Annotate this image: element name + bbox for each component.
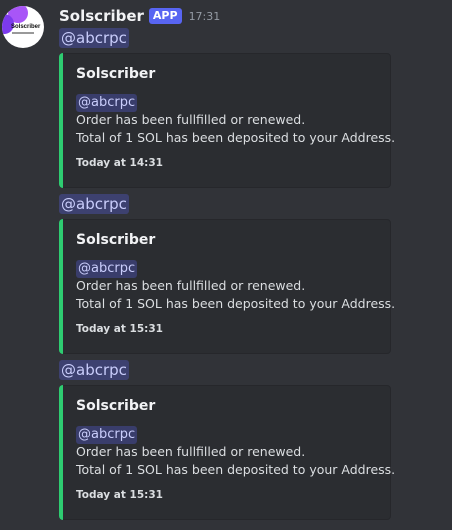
embed-title: Solscriber <box>76 232 156 248</box>
embed-title: Solscriber <box>76 398 156 414</box>
bot-message: Solscriber Solscriber APP 17:31 @abcrpc … <box>0 0 452 530</box>
embed-description-line: Total of 1 SOL has been deposited to you… <box>76 130 396 145</box>
embed-description-line: Order has been fullfilled or renewed. <box>76 444 306 459</box>
avatar-logo-underline <box>12 32 34 34</box>
embed-mention[interactable]: @abcrpc <box>76 426 138 444</box>
embed-description-line: Total of 1 SOL has been deposited to you… <box>76 462 396 477</box>
embed-accent-bar <box>59 53 63 188</box>
embed-mention[interactable]: @abcrpc <box>76 94 138 112</box>
embed-card: Solscriber @abcrpc Order has been fullfi… <box>59 53 395 188</box>
embed-footer-timestamp: Today at 15:31 <box>76 323 163 335</box>
app-badge: APP <box>148 8 182 24</box>
username[interactable]: Solscriber <box>59 7 144 25</box>
embed-card: Solscriber @abcrpc Order has been fullfi… <box>59 219 395 354</box>
embed-title: Solscriber <box>76 66 156 82</box>
avatar-logo-text: Solscriber <box>11 24 41 30</box>
embed-description-line: Order has been fullfilled or renewed. <box>76 112 306 127</box>
user-mention[interactable]: @abcrpc <box>59 194 129 214</box>
user-mention[interactable]: @abcrpc <box>59 28 129 48</box>
message-timestamp[interactable]: 17:31 <box>189 10 221 23</box>
embed-accent-bar <box>59 219 63 354</box>
embed-accent-bar <box>59 385 63 520</box>
message-header: Solscriber APP 17:31 <box>59 7 220 25</box>
embed-footer-timestamp: Today at 14:31 <box>76 157 163 169</box>
embed-mention[interactable]: @abcrpc <box>76 260 138 278</box>
embed-description-line: Order has been fullfilled or renewed. <box>76 278 306 293</box>
embed-card: Solscriber @abcrpc Order has been fullfi… <box>59 385 395 520</box>
avatar[interactable]: Solscriber <box>2 6 44 48</box>
embed-description-line: Total of 1 SOL has been deposited to you… <box>76 296 396 311</box>
user-mention[interactable]: @abcrpc <box>59 360 129 380</box>
embed-footer-timestamp: Today at 15:31 <box>76 489 163 501</box>
